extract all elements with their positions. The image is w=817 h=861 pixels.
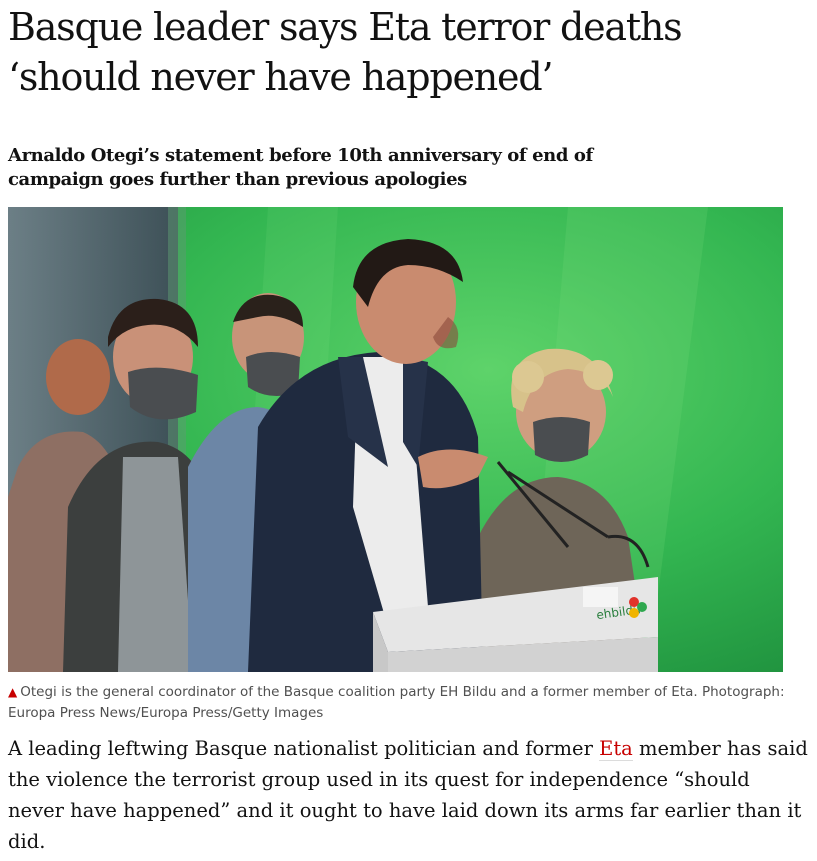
body-text-start: A leading leftwing Basque nationalist po… <box>8 737 600 760</box>
eta-link[interactable]: Eta <box>599 737 633 761</box>
triangle-up-icon: ▲ <box>8 685 18 699</box>
article-photo: ehbildu <box>8 207 783 672</box>
article-standfirst: Arnaldo Otegi’s statement before 10th an… <box>8 145 593 190</box>
photo-caption: ▲ Otegi is the general coordinator of the… <box>8 682 798 724</box>
caption-text: Otegi is the general coordinator of the … <box>8 684 785 721</box>
article-headline: Basque leader says Eta terror deaths ‘sh… <box>8 5 683 99</box>
article-body-paragraph: A leading leftwing Basque nationalist po… <box>8 733 808 857</box>
